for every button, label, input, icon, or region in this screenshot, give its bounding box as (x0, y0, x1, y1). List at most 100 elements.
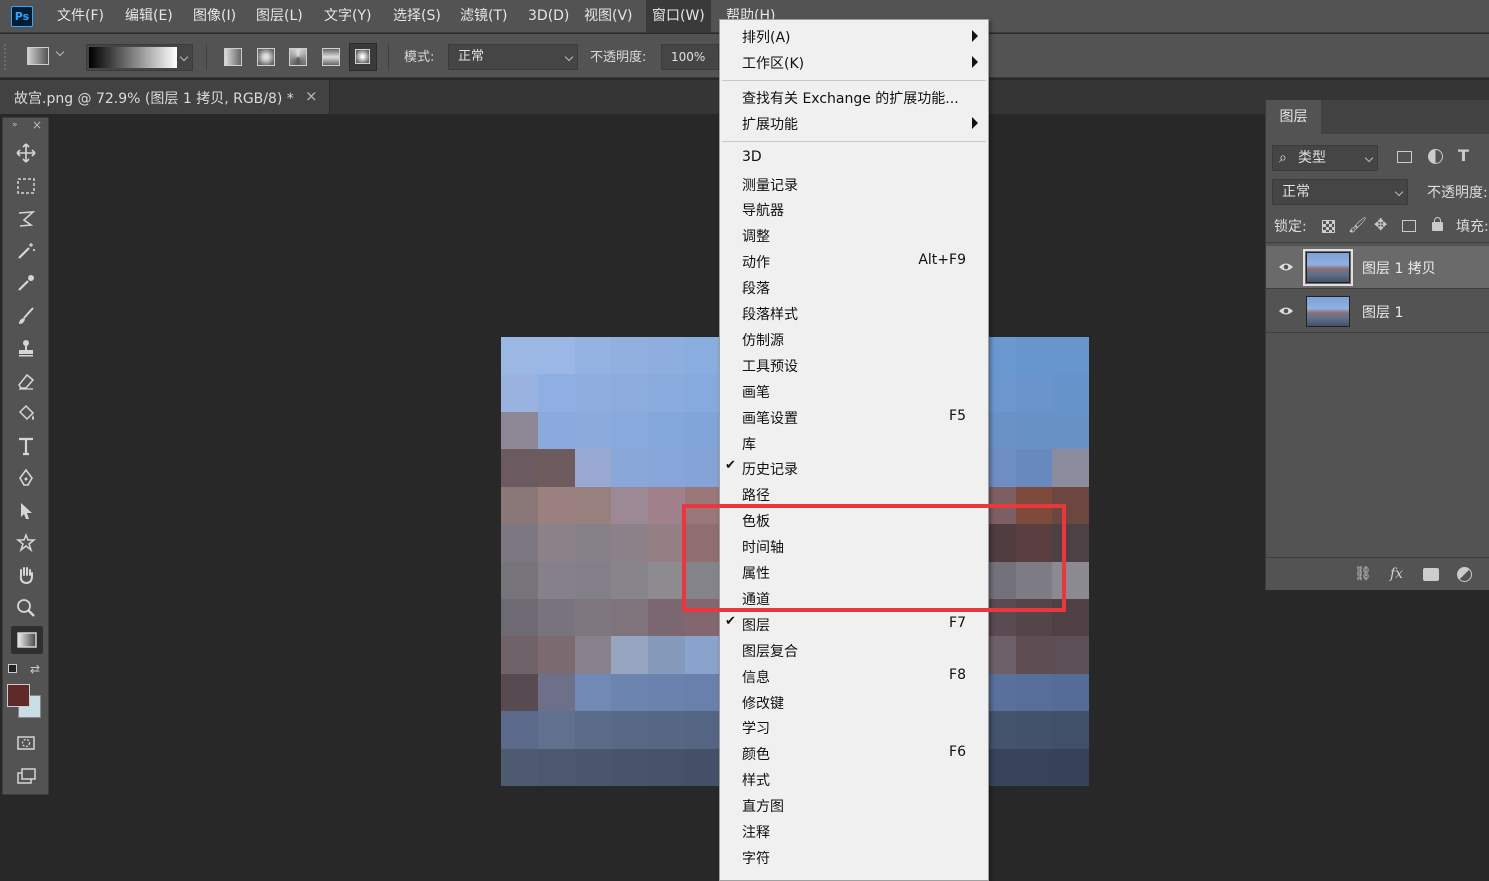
opacity-input[interactable]: 100% (661, 44, 719, 70)
menu-select[interactable]: 选择(S) (387, 0, 447, 33)
eyedropper-tool-icon[interactable] (13, 270, 39, 296)
lock-position-icon[interactable]: ✥ (1374, 215, 1387, 234)
menu-item[interactable]: 导航器 (720, 196, 988, 222)
menu-item[interactable]: 动作 Alt+F9 (720, 248, 988, 274)
lock-pixels-icon[interactable]: 🖌 (1348, 216, 1367, 234)
lasso-tool-icon[interactable] (13, 206, 39, 232)
menu-view[interactable]: 视图(V) (578, 0, 639, 33)
menu-type[interactable]: 文字(Y) (318, 0, 377, 33)
eraser-tool-icon[interactable] (13, 368, 39, 394)
collapse-icon[interactable]: » (12, 120, 18, 130)
menu-item[interactable]: 3D (720, 145, 988, 171)
foreground-color-swatch[interactable] (7, 684, 30, 707)
menu-item[interactable]: ✔ 图层 F7 (720, 611, 988, 637)
link-icon[interactable]: ⛓ (1354, 566, 1372, 582)
custom-shape-tool-icon[interactable] (13, 530, 39, 556)
image-pixel-block (611, 748, 648, 786)
image-filter-icon[interactable] (1397, 151, 1412, 163)
lock-all-shackle (1434, 217, 1441, 224)
stamp-tool-icon[interactable] (13, 335, 39, 361)
menu-item[interactable]: 字符 (720, 844, 988, 870)
brush-tool-icon[interactable] (13, 303, 39, 329)
image-pixel-block (501, 411, 538, 450)
swap-colors-icon[interactable]: ⇄ (30, 662, 40, 676)
radial-gradient-icon[interactable] (257, 48, 275, 66)
layer-row[interactable]: 图层 1 (1266, 290, 1489, 333)
close-icon[interactable]: × (32, 118, 42, 132)
menu-filter[interactable]: 滤镜(T) (454, 0, 513, 33)
menu-item[interactable]: 段落 (720, 274, 988, 300)
magic-wand-tool-icon[interactable] (13, 238, 39, 264)
lock-transparent-icon[interactable] (1322, 220, 1335, 233)
paint-bucket-tool-icon[interactable] (13, 400, 39, 426)
menu-image[interactable]: 图像(I) (187, 0, 242, 33)
menu-item[interactable]: 信息 F8 (720, 663, 988, 689)
image-pixel-block (501, 673, 538, 712)
menu-item[interactable]: ✔ 历史记录 (720, 455, 988, 481)
gradient-tool-icon[interactable] (11, 626, 43, 654)
screen-mode-icon[interactable] (13, 763, 39, 789)
menu-item[interactable]: 排列(A) (720, 23, 988, 49)
menu-item[interactable]: 图层复合 (720, 637, 988, 663)
menu-layer[interactable]: 图层(L) (250, 0, 309, 33)
eye-icon[interactable] (1278, 305, 1294, 317)
path-selection-tool-icon[interactable] (13, 498, 39, 524)
menu-item[interactable]: 画笔设置 F5 (720, 404, 988, 430)
angle-gradient-icon[interactable] (289, 48, 307, 66)
mask-icon[interactable] (1423, 568, 1439, 581)
menu-item[interactable]: 画笔 (720, 378, 988, 404)
adjustment-layer-icon[interactable] (1457, 567, 1472, 582)
blend-mode-select[interactable]: 正常 (1272, 179, 1408, 205)
menu-item[interactable]: 学习 (720, 714, 988, 740)
marquee-tool-icon[interactable] (13, 173, 39, 199)
menu-item[interactable]: 工具预设 (720, 352, 988, 378)
menu-file[interactable]: 文件(F) (51, 0, 110, 33)
zoom-tool-icon[interactable] (13, 595, 39, 621)
menu-item[interactable]: 修改键 (720, 689, 988, 715)
menu-item[interactable]: 调整 (720, 222, 988, 248)
move-tool-icon[interactable] (13, 140, 39, 166)
pen-tool-icon[interactable] (13, 465, 39, 491)
gradient-picker[interactable] (86, 44, 193, 71)
menu-item[interactable]: 注释 (720, 818, 988, 844)
menu-item[interactable]: 段落样式 (720, 300, 988, 326)
menu-item[interactable]: 颜色 F6 (720, 740, 988, 766)
type-filter-icon[interactable]: T (1458, 146, 1469, 165)
fx-icon[interactable]: fx (1390, 566, 1403, 582)
preset-chevron-down-icon[interactable] (55, 47, 65, 57)
search-icon: ⌕ (1279, 150, 1287, 166)
default-colors-icon[interactable] (8, 664, 17, 673)
image-pixel-block (684, 449, 722, 487)
menu-item[interactable]: 直方图 (720, 792, 988, 818)
quick-mask-icon[interactable] (13, 730, 39, 756)
lock-artboard-icon[interactable] (1402, 220, 1416, 232)
menu-item[interactable]: 查找有关 Exchange 的扩展功能... (720, 84, 988, 110)
menu-item[interactable]: 扩展功能 (720, 110, 988, 136)
menu-3d[interactable]: 3D(D) (522, 0, 575, 33)
menu-item-label: 查找有关 Exchange 的扩展功能... (742, 90, 959, 107)
gradient-tool-preset-icon[interactable] (27, 47, 49, 65)
menu-item[interactable]: 库 (720, 430, 988, 456)
diamond-gradient-button[interactable] (349, 43, 377, 71)
menu-item[interactable]: 测量记录 (720, 171, 988, 197)
image-pixel-block (501, 524, 538, 562)
eye-icon[interactable] (1278, 261, 1294, 273)
reflected-gradient-icon[interactable] (322, 48, 340, 66)
document-tab[interactable]: 故宫.png @ 72.9% (图层 1 拷贝, RGB/8) * × (0, 80, 330, 114)
image-pixel-block (684, 673, 722, 712)
type-tool-icon[interactable] (13, 433, 39, 459)
menu-window[interactable]: 窗口(W) (646, 0, 711, 33)
adjustment-filter-icon[interactable] (1428, 149, 1443, 164)
menu-edit[interactable]: 编辑(E) (119, 0, 179, 33)
close-icon[interactable]: × (305, 87, 318, 105)
menu-item[interactable]: 工作区(K) (720, 49, 988, 75)
hand-tool-icon[interactable] (13, 562, 39, 588)
tab-layers[interactable]: 图层 (1266, 100, 1321, 134)
layer-row[interactable]: 图层 1 拷贝 (1266, 246, 1489, 289)
menu-item[interactable]: 仿制源 (720, 326, 988, 352)
menu-item[interactable]: 样式 (720, 766, 988, 792)
mode-select[interactable]: 正常 (448, 44, 578, 70)
image-pixel-block (1052, 673, 1089, 712)
layer-filter-select[interactable]: ⌕ 类型 (1272, 145, 1378, 171)
linear-gradient-icon[interactable] (224, 48, 242, 66)
